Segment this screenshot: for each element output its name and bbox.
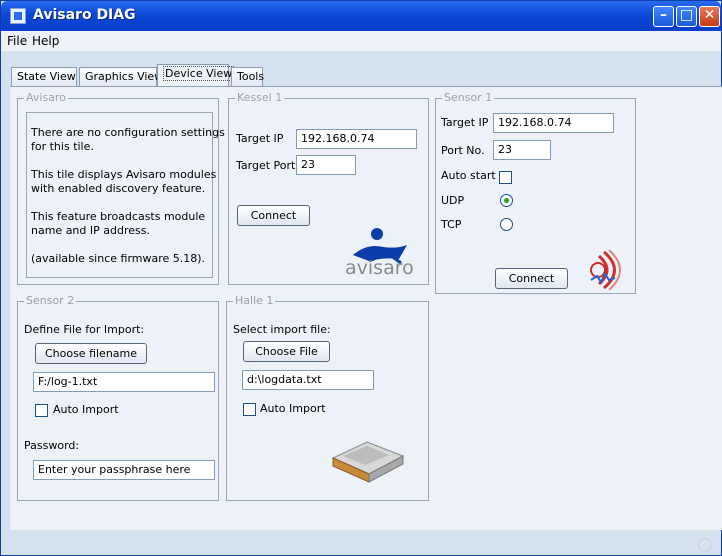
storage-device-icon <box>327 434 407 486</box>
tab-label: Graphics View <box>85 70 164 83</box>
password-input[interactable]: Enter your passphrase here <box>33 460 215 480</box>
connect-button[interactable]: Connect <box>495 268 568 289</box>
avisaro-logo-text: avisaro <box>345 257 414 279</box>
menu-bar: File Help <box>1 31 721 51</box>
avisaro-logo: avisaro <box>339 217 427 281</box>
info-text: This tile displays Avisaro modules <box>31 168 217 181</box>
close-button[interactable]: ✕ <box>699 6 720 27</box>
tab-label: Tools <box>237 70 265 83</box>
info-text: with enabled discovery feature. <box>31 182 206 195</box>
panel-title: Avisaro <box>24 91 68 104</box>
minimize-icon: – <box>660 7 667 23</box>
tab-label: State View <box>17 70 76 83</box>
port-input[interactable]: 23 <box>493 140 551 160</box>
tab-graphics-view[interactable]: Graphics View <box>79 67 163 86</box>
window-title: Avisaro DIAG <box>33 7 136 23</box>
panel-title: Sensor 1 <box>442 91 495 104</box>
tab-device-view[interactable]: Device View <box>157 64 235 86</box>
panel-kessel-1: Kessel 1 Target IP 192.168.0.74 Target P… <box>228 92 429 285</box>
port-label: Port No. <box>441 144 485 157</box>
target-ip-label: Target IP <box>441 116 489 129</box>
close-icon: ✕ <box>703 7 716 23</box>
panel-title: Sensor 2 <box>24 294 77 307</box>
app-icon <box>10 8 26 24</box>
panel-title: Kessel 1 <box>235 91 285 104</box>
minimize-button[interactable]: – <box>653 6 674 27</box>
menu-help[interactable]: Help <box>32 34 59 48</box>
panel-halle-1: Halle 1 Select import file: Choose File … <box>226 295 429 501</box>
target-ip-input[interactable]: 192.168.0.74 <box>296 129 417 149</box>
target-port-input[interactable]: 23 <box>296 155 356 175</box>
maximize-button[interactable]: □ <box>676 6 697 27</box>
application-window: Avisaro DIAG – □ ✕ File Help State View … <box>0 0 722 556</box>
auto-start-label: Auto start <box>441 169 496 182</box>
import-file-input[interactable]: F:/log-1.txt <box>33 372 215 392</box>
info-box: There are no configuration settings for … <box>26 112 225 278</box>
define-file-label: Define File for Import: <box>24 323 145 336</box>
auto-import-label: Auto Import <box>260 402 326 415</box>
title-bar[interactable]: Avisaro DIAG – □ ✕ <box>1 1 721 31</box>
connect-button[interactable]: Connect <box>237 205 310 226</box>
choose-file-button[interactable]: Choose File <box>243 341 330 362</box>
auto-import-label: Auto Import <box>53 403 119 416</box>
info-text: (available since firmware 5.18). <box>31 252 206 265</box>
target-port-label: Target Port <box>236 159 296 172</box>
auto-import-checkbox[interactable] <box>35 404 48 417</box>
auto-import-checkbox[interactable] <box>243 403 256 416</box>
info-text: name and IP address. <box>31 224 150 237</box>
menu-file[interactable]: File <box>7 34 27 48</box>
tcp-radio[interactable] <box>500 218 513 231</box>
auto-start-checkbox[interactable] <box>499 171 512 184</box>
tab-tools[interactable]: Tools <box>231 67 265 86</box>
info-text: for this tile. <box>31 140 94 153</box>
tab-label: Device View <box>163 66 235 81</box>
panel-sensor-2: Sensor 2 Define File for Import: Choose … <box>17 295 219 501</box>
panel-title: Halle 1 <box>233 294 276 307</box>
device-view-panel: Avisaro There are no configuration setti… <box>10 86 722 530</box>
target-ip-label: Target IP <box>236 132 284 145</box>
maximize-icon: □ <box>679 7 694 23</box>
info-text: There are no configuration settings <box>31 126 225 139</box>
tcp-label: TCP <box>441 218 462 231</box>
select-import-label: Select import file: <box>233 323 331 336</box>
panel-sensor-1: Sensor 1 Target IP 192.168.0.74 Port No.… <box>435 92 636 294</box>
info-text: This feature broadcasts module <box>31 210 206 223</box>
udp-radio[interactable] <box>500 194 513 207</box>
sensor-signal-icon <box>589 249 631 291</box>
choose-filename-button[interactable]: Choose filename <box>35 343 147 364</box>
target-ip-input[interactable]: 192.168.0.74 <box>493 113 614 133</box>
panel-avisaro: Avisaro There are no configuration setti… <box>17 92 225 285</box>
status-circle-icon <box>698 538 712 552</box>
import-file-input[interactable]: d:\logdata.txt <box>242 370 374 390</box>
password-label: Password: <box>24 439 80 452</box>
tab-state-view[interactable]: State View <box>11 67 77 86</box>
udp-label: UDP <box>441 194 465 207</box>
